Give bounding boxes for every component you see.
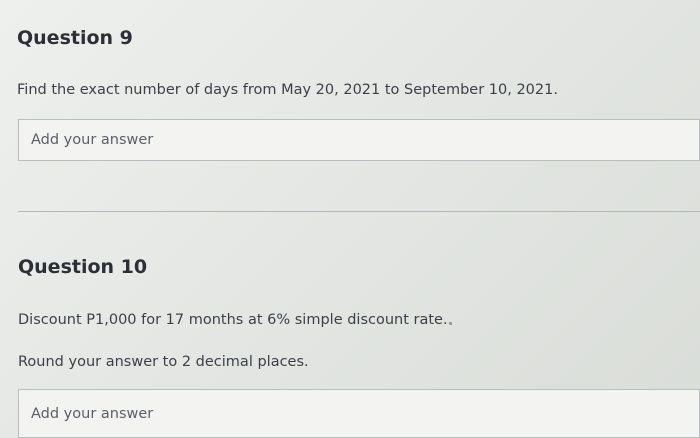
question-text: Find the exact number of days from May 2… [17, 82, 558, 98]
answer-input[interactable] [18, 119, 700, 161]
question-title: Question 10 [18, 256, 148, 278]
answer-input[interactable] [18, 389, 700, 438]
question-text: Discount P1,000 for 17 months at 6% simp… [18, 312, 448, 328]
question-title: Question 9 [17, 27, 133, 49]
dot-mark [449, 322, 452, 325]
section-divider [18, 211, 700, 212]
question-instruction: Round your answer to 2 decimal places. [18, 354, 309, 370]
